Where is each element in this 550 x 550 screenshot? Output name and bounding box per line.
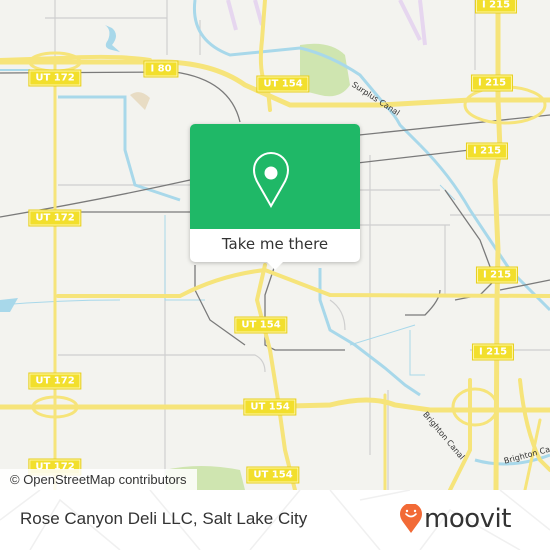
- footer-bar: Rose Canyon Deli LLC, Salt Lake City moo…: [0, 490, 550, 550]
- park: [130, 92, 150, 110]
- highway-shield: UT 154: [234, 316, 288, 334]
- highway-shield: I 215: [465, 142, 509, 160]
- lake: [105, 25, 120, 52]
- brand-wordmark: moovit: [424, 504, 511, 534]
- moovit-logo: moovit: [400, 502, 511, 536]
- map-attribution[interactable]: © OpenStreetMap contributors: [0, 469, 197, 490]
- highway-shield: UT 154: [243, 398, 297, 416]
- highway-shield: UT 172: [28, 69, 82, 87]
- highway-shield: UT 154: [246, 466, 300, 484]
- take-me-there-button[interactable]: Take me there: [190, 230, 360, 258]
- popup-header: [190, 124, 360, 229]
- highway-shield: I 215: [474, 0, 518, 14]
- lake: [0, 298, 18, 312]
- highway-shield: I 215: [470, 74, 514, 92]
- highway-shield: UT 172: [28, 372, 82, 390]
- location-pin-icon: [252, 152, 290, 209]
- airport-area: [226, 0, 427, 46]
- highway-shield: I 215: [475, 266, 519, 284]
- destination-popup: Take me there: [190, 124, 360, 270]
- moovit-pin-icon: [400, 504, 422, 533]
- highway-shield: I 80: [143, 60, 179, 78]
- highway-shield: UT 172: [28, 209, 82, 227]
- highway-shield: I 215: [471, 343, 515, 361]
- place-name: Rose Canyon Deli LLC, Salt Lake City: [20, 509, 308, 528]
- popup-pointer: [265, 260, 285, 270]
- highway-shield: UT 154: [256, 75, 310, 93]
